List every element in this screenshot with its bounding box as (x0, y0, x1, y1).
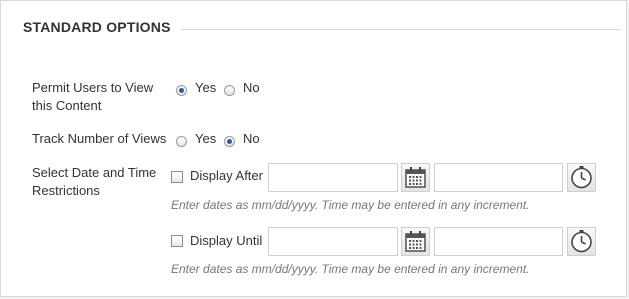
track-views-no-label[interactable]: No (243, 131, 260, 147)
track-views-yes-label[interactable]: Yes (195, 131, 216, 147)
display-after-date-input[interactable] (268, 163, 398, 192)
date-restrictions-label-line1: Select Date and Time (32, 165, 157, 180)
display-after-label[interactable]: Display After (190, 168, 263, 184)
permit-view-label-line1: Permit Users to View (32, 80, 154, 95)
section-divider (181, 29, 621, 30)
display-until-time-input[interactable] (434, 227, 563, 256)
display-after-calendar-button[interactable] (401, 163, 430, 192)
display-until-hint: Enter dates as mm/dd/yyyy. Time may be e… (171, 262, 530, 276)
permit-view-no-radio[interactable] (224, 85, 235, 96)
clock-icon (571, 230, 592, 253)
display-after-clock-button[interactable] (567, 163, 596, 192)
clock-icon (571, 166, 592, 189)
track-views-label: Track Number of Views (32, 131, 167, 146)
permit-view-label-line2: this Content (32, 98, 102, 113)
track-views-yes-radio[interactable] (176, 136, 187, 147)
section-title: STANDARD OPTIONS (23, 19, 171, 35)
display-until-clock-button[interactable] (567, 227, 596, 256)
date-restrictions-label-line2: Restrictions (32, 183, 100, 198)
display-after-checkbox[interactable] (171, 171, 183, 183)
display-until-label[interactable]: Display Until (190, 233, 262, 249)
display-after-hint: Enter dates as mm/dd/yyyy. Time may be e… (171, 198, 530, 212)
permit-view-label: Permit Users to View this Content (32, 79, 153, 115)
calendar-icon (405, 167, 426, 188)
display-until-checkbox[interactable] (171, 235, 183, 247)
display-until-date-input[interactable] (268, 227, 398, 256)
permit-view-no-label[interactable]: No (243, 80, 260, 96)
display-after-time-input[interactable] (434, 163, 563, 192)
track-views-no-radio[interactable] (224, 136, 235, 147)
calendar-icon (405, 231, 426, 252)
standard-options-panel: STANDARD OPTIONS Permit Users to View th… (0, 0, 627, 297)
date-restrictions-label: Select Date and Time Restrictions (32, 164, 156, 200)
permit-view-yes-radio[interactable] (176, 85, 187, 96)
permit-view-yes-label[interactable]: Yes (195, 80, 216, 96)
display-until-calendar-button[interactable] (401, 227, 430, 256)
